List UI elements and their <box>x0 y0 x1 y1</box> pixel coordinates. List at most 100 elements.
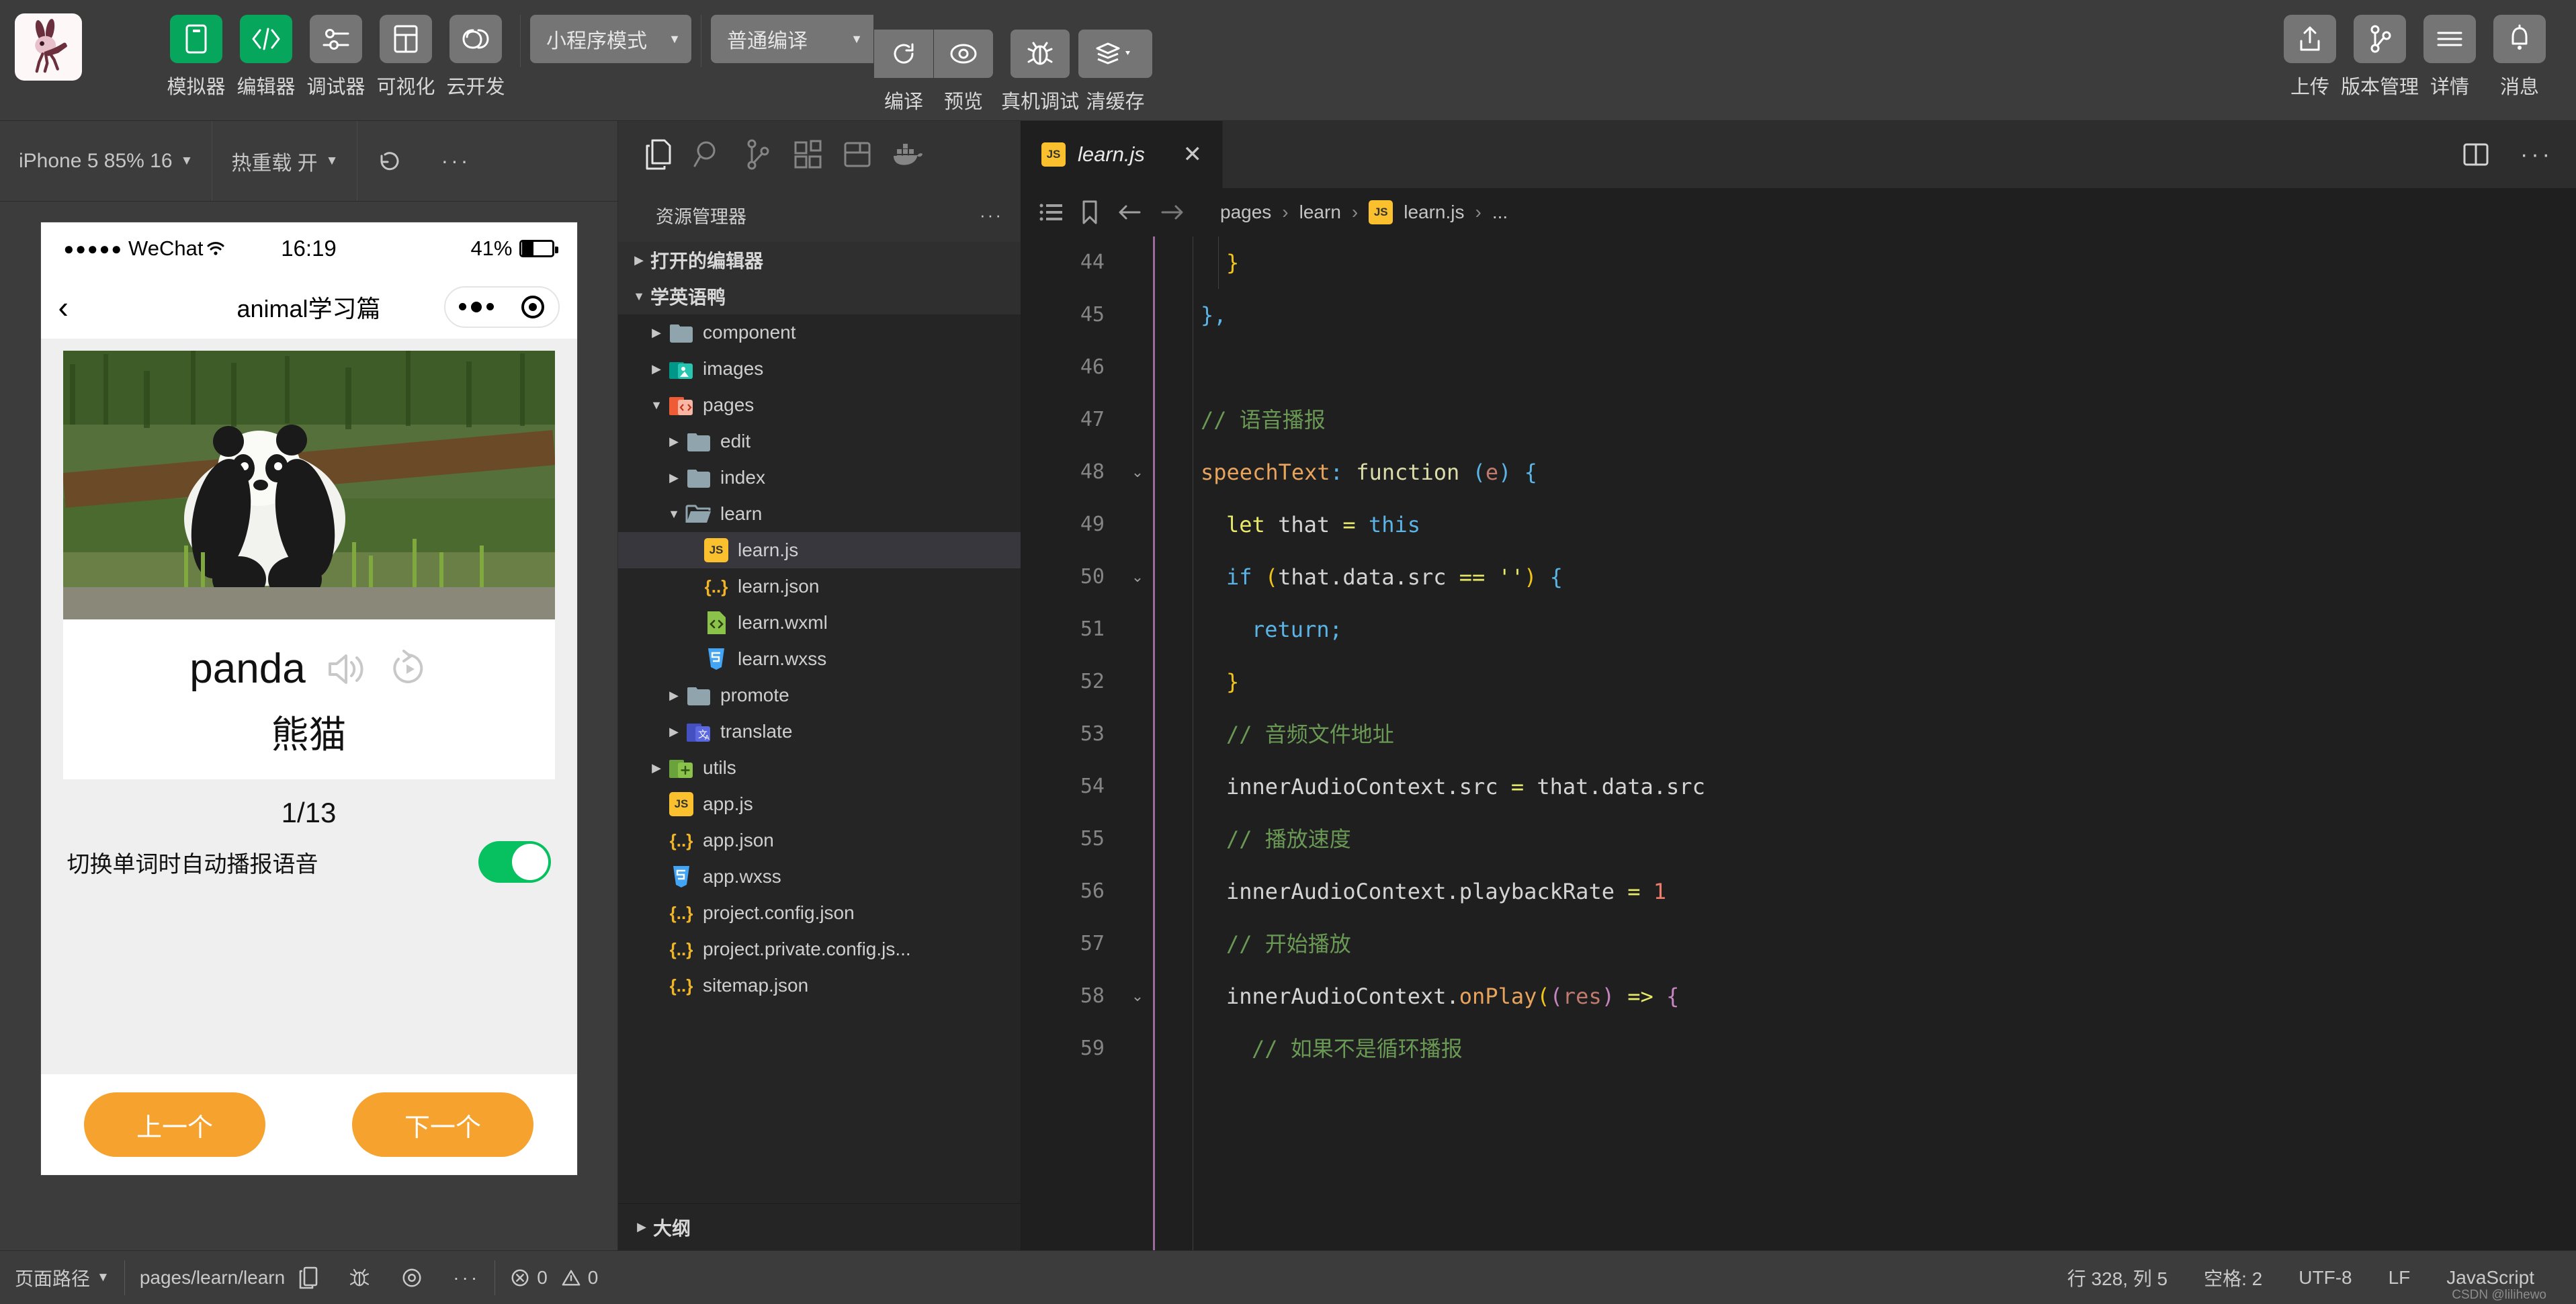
tree-file-20[interactable]: {..} sitemap.json <box>618 967 1021 1004</box>
language-mode[interactable]: JavaScript <box>2432 1267 2549 1289</box>
close-icon[interactable]: ✕ <box>1183 143 1203 166</box>
toolbar-item-message[interactable]: 消息 <box>2485 15 2554 99</box>
mode-select[interactable]: 小程序模式 ▼ <box>530 15 691 63</box>
tab-learn-js[interactable]: JS learn.js ✕ <box>1021 121 1223 188</box>
toolbar-item-upload[interactable]: 上传 <box>2275 15 2345 99</box>
chevron-right-icon: ▶ <box>652 325 661 339</box>
tree-folder-6[interactable]: ▶ index <box>618 460 1021 496</box>
fold-marker[interactable]: ⌄ <box>1122 446 1153 498</box>
wechat-capsule-bar[interactable] <box>443 286 560 328</box>
simulator-more-button[interactable]: ··· <box>422 121 489 201</box>
tree-file-16[interactable]: {..} app.json <box>618 822 1021 859</box>
copy-icon[interactable] <box>298 1266 318 1290</box>
docker-icon[interactable] <box>888 136 926 173</box>
encoding-setting[interactable]: UTF-8 <box>2284 1267 2366 1289</box>
toolbar-item-detail[interactable]: 详情 <box>2415 15 2485 99</box>
tree-folder-3[interactable]: ▶ images <box>618 351 1021 387</box>
toolbar-item-preview[interactable]: 预览 <box>934 15 993 114</box>
replay-icon[interactable] <box>389 649 428 689</box>
line-number: 50 <box>1080 565 1105 589</box>
code-content[interactable]: }},// 语音播报 speechText: function (e) {let … <box>1155 236 2576 1250</box>
prev-word-button[interactable]: 上一个 <box>84 1092 265 1157</box>
breadcrumb-item[interactable]: learn <box>1299 202 1341 223</box>
tree-file-10[interactable]: learn.wxml <box>618 605 1021 641</box>
toolbar-item-cloud[interactable]: 云开发 <box>441 15 511 99</box>
back-icon[interactable]: ‹ <box>58 292 69 322</box>
tree-file-18[interactable]: {..} project.config.json <box>618 895 1021 931</box>
toolbar-item-debugger[interactable]: 调试器 <box>301 15 371 99</box>
code-editor[interactable]: 44 45 46 47 48 49 50 51 52 53 54 55 56 57 58 59 ⌄ ⌄ ⌄ }},… <box>1021 236 2576 1250</box>
tree-file-11[interactable]: learn.wxss <box>618 641 1021 677</box>
toolbar-item-simulator[interactable]: 模拟器 <box>161 15 231 99</box>
files-icon[interactable] <box>640 136 677 173</box>
toolbar-item-editor[interactable]: 编辑器 <box>231 15 301 99</box>
tree-folder-4[interactable]: ▼ pages <box>618 387 1021 423</box>
autoplay-row: 切换单词时自动播报语音 <box>63 841 555 883</box>
tree-file-19[interactable]: {..} project.private.config.js... <box>618 931 1021 967</box>
tree-section-0[interactable]: ▶ 打开的编辑器 <box>618 242 1021 278</box>
file-tree[interactable]: ▶ 打开的编辑器 ▼ 学英语鸭 ▶ component ▶ images ▼ pages ▶ edit… <box>618 242 1021 1203</box>
outline-list-icon[interactable] <box>1039 202 1063 222</box>
compile-mode-select[interactable]: 普通编译 ▼ <box>711 15 873 63</box>
page-path-select[interactable]: 页面路径 ▼ <box>0 1251 124 1304</box>
tree-folder-13[interactable]: ▶ 文 A translate <box>618 713 1021 750</box>
breadcrumb-item[interactable]: pages <box>1220 202 1271 223</box>
speaker-icon[interactable] <box>326 650 369 688</box>
status-debug-button[interactable] <box>333 1251 386 1304</box>
editor-more-button[interactable]: ··· <box>2520 142 2553 168</box>
breadcrumb[interactable]: pages › learn › JS learn.js ›... <box>1220 200 1508 224</box>
tree-folder-12[interactable]: ▶ promote <box>618 677 1021 713</box>
fold-markers[interactable]: ⌄ ⌄ ⌄ <box>1122 236 1153 1250</box>
nav-forward-icon[interactable] <box>1160 203 1185 222</box>
tree-folder-5[interactable]: ▶ edit <box>618 423 1021 460</box>
indentation-setting[interactable]: 空格: 2 <box>2189 1264 2277 1291</box>
search-icon[interactable] <box>689 136 727 173</box>
toolbar-item-compile[interactable]: 编译 <box>874 15 933 114</box>
line-number: 52 <box>1080 670 1105 693</box>
fold-marker[interactable]: ⌄ <box>1122 970 1153 1023</box>
breadcrumb-item[interactable]: ... <box>1492 202 1508 223</box>
folder-plain-icon <box>685 684 712 707</box>
outline-section[interactable]: ▶ 大纲 <box>618 1203 1021 1250</box>
tree-item-label: edit <box>720 431 751 451</box>
more-dots-icon[interactable] <box>459 301 494 312</box>
problems-indicator[interactable]: 0 0 <box>495 1251 613 1304</box>
toolbar-item-realdevice[interactable]: 真机调试 <box>1001 15 1079 114</box>
device-select[interactable]: iPhone 5 85% 16 ▼ <box>0 121 212 201</box>
code-line: innerAudioContext.src = that.data.src <box>1175 760 2576 813</box>
toolbar-item-version[interactable]: 版本管理 <box>2341 15 2419 99</box>
tree-file-9[interactable]: {..} learn.json <box>618 568 1021 605</box>
tree-folder-14[interactable]: ▶ utils <box>618 750 1021 786</box>
fold-marker[interactable]: ⌄ <box>1122 551 1153 603</box>
nav-back-icon[interactable] <box>1117 203 1142 222</box>
status-preview-button[interactable] <box>386 1251 438 1304</box>
toolbar-item-clearcache[interactable]: 清缓存 <box>1078 15 1153 114</box>
cursor-position[interactable]: 行 328, 列 5 <box>2053 1264 2182 1291</box>
toolbar-item-visualize[interactable]: 可视化 <box>371 15 441 99</box>
autoplay-toggle[interactable] <box>478 841 551 883</box>
page-path-value-item[interactable]: pages/learn/learn <box>125 1251 333 1304</box>
code-token: == <box>1459 564 1498 590</box>
explorer-more-button[interactable]: ··· <box>980 205 1003 226</box>
bookmark-icon[interactable] <box>1080 200 1099 225</box>
tree-folder-2[interactable]: ▶ component <box>618 314 1021 351</box>
next-word-button[interactable]: 下一个 <box>352 1092 533 1157</box>
tree-file-8[interactable]: JS learn.js <box>618 532 1021 568</box>
tree-folder-7[interactable]: ▼ learn <box>618 496 1021 532</box>
breadcrumb-item[interactable]: learn.js <box>1404 202 1464 223</box>
panda-photo <box>62 351 555 619</box>
status-more-button[interactable]: ··· <box>438 1251 495 1304</box>
tree-file-17[interactable]: app.wxss <box>618 859 1021 895</box>
tree-section-1[interactable]: ▼ 学英语鸭 <box>618 278 1021 314</box>
tree-item-label: app.wxss <box>703 866 781 887</box>
split-editor-icon[interactable] <box>2462 142 2489 167</box>
wxml-file-icon <box>707 611 726 634</box>
tree-file-15[interactable]: JS app.js <box>618 786 1021 822</box>
simulator-refresh-button[interactable] <box>357 121 422 201</box>
eol-setting[interactable]: LF <box>2374 1267 2425 1289</box>
close-target-icon[interactable] <box>521 295 544 318</box>
hotreload-select[interactable]: 热重载 开 ▼ <box>212 121 357 201</box>
layout-panel-icon[interactable] <box>839 136 876 173</box>
source-control-icon[interactable] <box>739 136 777 173</box>
extensions-icon[interactable] <box>789 136 826 173</box>
